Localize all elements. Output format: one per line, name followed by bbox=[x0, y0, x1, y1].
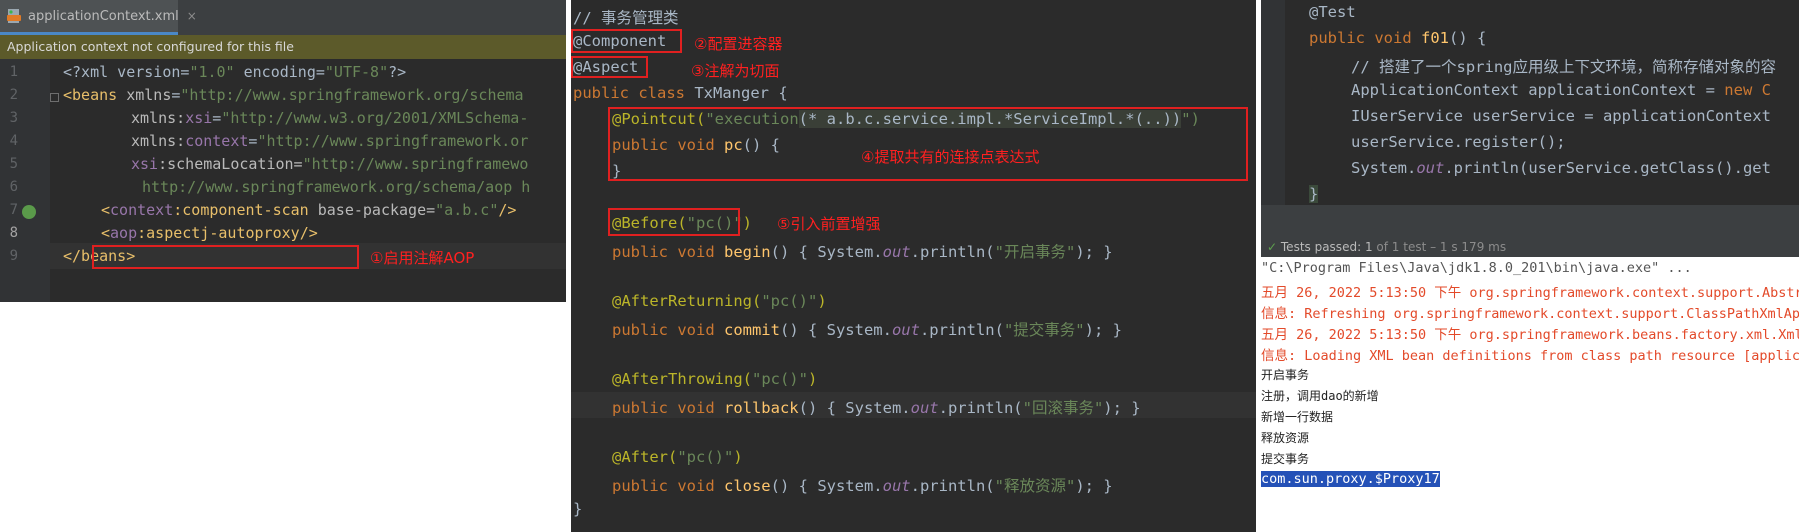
code-comment: // 搭建了一个spring应用级上下文环境，简称存储对象的容 bbox=[1351, 58, 1776, 76]
code-begin-method: public void begin() { System.out.println… bbox=[612, 243, 1113, 261]
code-line-8: <aop:aspectj-autoproxy/> bbox=[101, 224, 318, 242]
code-close-brace: } bbox=[1309, 185, 1319, 203]
console-line: 信息: Loading XML bean definitions from cl… bbox=[1261, 348, 1799, 364]
spring-bean-icon[interactable] bbox=[22, 205, 36, 219]
code-test-signature: public void f01() { bbox=[1309, 29, 1487, 47]
line-gutter: 1 2 3 4 5 6 7 8 9 bbox=[0, 59, 80, 302]
panel-divider bbox=[1261, 205, 1799, 237]
tests-passed-detail: of 1 test – 1 s 179 ms bbox=[1376, 240, 1507, 254]
line-gutter bbox=[1261, 0, 1285, 205]
close-icon[interactable]: × bbox=[187, 9, 197, 23]
code-after-returning: @AfterReturning("pc()") bbox=[612, 292, 827, 310]
console-line: 新增一行数据 bbox=[1261, 410, 1334, 424]
code-close-method: public void close() { System.out.println… bbox=[612, 477, 1113, 495]
code-line-6: http://www.springframework.org/schema/ao… bbox=[142, 178, 531, 196]
test-run-panel: @Test public void f01() { // 搭建了一个spring… bbox=[1261, 0, 1799, 490]
xml-file-icon bbox=[6, 8, 22, 24]
code-after-throwing: @AfterThrowing("pc()") bbox=[612, 370, 818, 388]
code-user-service: IUserService userService = applicationCo… bbox=[1351, 107, 1771, 125]
code-rollback-method: public void rollback() { System.out.prin… bbox=[612, 399, 1141, 417]
context-notice-banner: Application context not configured for t… bbox=[0, 35, 566, 59]
console-line: 五月 26, 2022 5:13:50 下午 org.springframewo… bbox=[1261, 327, 1799, 343]
line-number: 1 bbox=[9, 64, 18, 80]
console-line: 开启事务 bbox=[1261, 368, 1310, 382]
java-aspect-editor-panel: // 事务管理类 @Component @Aspect public class… bbox=[571, 0, 1256, 532]
line-number: 2 bbox=[9, 87, 18, 103]
code-class-close: } bbox=[573, 500, 583, 518]
highlight-box bbox=[571, 29, 682, 53]
highlight-box bbox=[608, 107, 1248, 181]
console-line-selected: com.sun.proxy.$Proxy17 bbox=[1261, 471, 1440, 487]
code-application-context: ApplicationContext applicationContext = … bbox=[1351, 81, 1771, 99]
console-line: 注册，调用dao的新增 bbox=[1261, 389, 1379, 403]
console-line: 提交事务 bbox=[1261, 452, 1310, 466]
code-class-declaration: public class TxManger { bbox=[573, 84, 788, 102]
code-line-2: <beans xmlns="http://www.springframework… bbox=[63, 86, 524, 104]
code-line-7: <context:component-scan base-package="a.… bbox=[101, 201, 517, 219]
code-register: userService.register(); bbox=[1351, 133, 1566, 151]
console-line: 五月 26, 2022 5:13:50 下午 org.springframewo… bbox=[1261, 285, 1799, 301]
tests-passed-label: Tests passed: bbox=[1280, 240, 1362, 254]
console-line: 信息: Refreshing org.springframework.conte… bbox=[1261, 306, 1799, 322]
annotation-enable-aop: ①启用注解AOP bbox=[370, 249, 475, 267]
annotation-aspect: ③注解为切面 bbox=[691, 62, 780, 80]
line-number: 6 bbox=[9, 179, 18, 195]
code-line-3: xmlns:xsi="http://www.w3.org/2001/XMLSch… bbox=[131, 109, 529, 127]
console-line: 释放资源 bbox=[1261, 431, 1310, 445]
check-icon: ✓ bbox=[1267, 240, 1278, 254]
annotation-pointcut: ④提取共有的连接点表达式 bbox=[861, 148, 1040, 166]
highlight-box bbox=[92, 245, 359, 269]
code-println: System.out.println(userService.getClass(… bbox=[1351, 159, 1771, 177]
tab-title: applicationContext.xml bbox=[28, 8, 179, 24]
code-test-annotation: @Test bbox=[1309, 3, 1356, 21]
editor-tab-bar: applicationContext.xml × bbox=[0, 0, 566, 36]
test-editor: @Test public void f01() { // 搭建了一个spring… bbox=[1261, 0, 1799, 205]
line-number: 5 bbox=[9, 156, 18, 172]
line-number: 3 bbox=[9, 110, 18, 126]
code-comment: // 事务管理类 bbox=[573, 9, 679, 27]
code-line-5: xsi:schemaLocation="http://www.springfra… bbox=[131, 155, 529, 173]
line-number: 7 bbox=[9, 202, 18, 218]
highlight-box bbox=[608, 208, 740, 236]
annotation-config-container: ②配置进容器 bbox=[694, 35, 783, 53]
highlight-box bbox=[571, 56, 648, 78]
line-number: 8 bbox=[9, 225, 18, 241]
xml-editor-panel: applicationContext.xml × Application con… bbox=[0, 0, 566, 302]
code-after: @After("pc()") bbox=[612, 448, 743, 466]
code-line-4: xmlns:context="http://www.springframewor… bbox=[131, 132, 529, 150]
code-commit-method: public void commit() { System.out.printl… bbox=[612, 321, 1122, 339]
tests-passed-count: 1 bbox=[1364, 240, 1373, 254]
tab-applicationcontext-xml[interactable]: applicationContext.xml × bbox=[0, 0, 197, 35]
line-number: 4 bbox=[9, 133, 18, 149]
code-line-1: <?xml version="1.0" encoding="UTF-8"?> bbox=[63, 63, 407, 81]
console-line: "C:\Program Files\Java\jdk1.8.0_201\bin\… bbox=[1261, 260, 1692, 276]
fold-icon[interactable] bbox=[50, 93, 59, 102]
line-number: 9 bbox=[9, 248, 18, 264]
annotation-before: ⑤引入前置增强 bbox=[777, 215, 881, 233]
console-output[interactable]: "C:\Program Files\Java\jdk1.8.0_201\bin\… bbox=[1261, 257, 1799, 490]
test-status-bar: ✓ Tests passed: 1 of 1 test – 1 s 179 ms bbox=[1261, 237, 1799, 257]
